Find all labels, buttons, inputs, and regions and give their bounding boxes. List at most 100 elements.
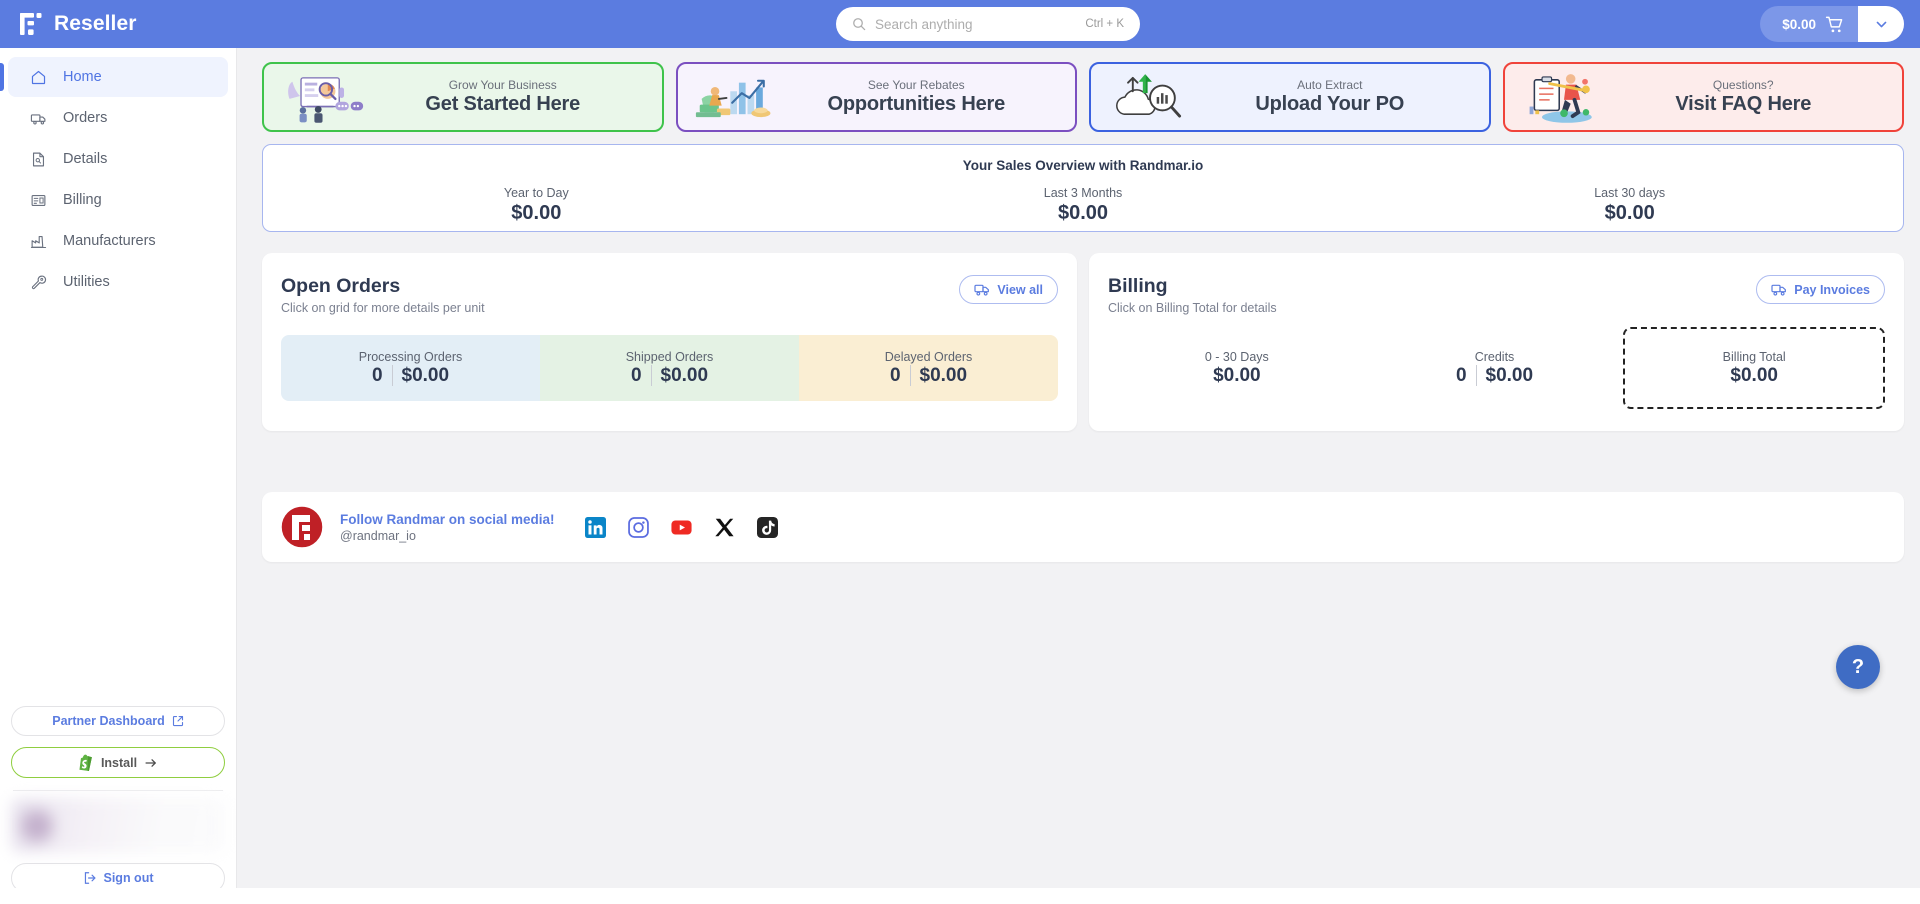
tiktok-icon[interactable] xyxy=(756,516,778,538)
shopify-icon xyxy=(79,754,92,771)
stat-label: Billing Total xyxy=(1722,349,1786,364)
brand[interactable]: Reseller xyxy=(18,11,218,37)
sidebar-item-home[interactable]: Home xyxy=(0,57,228,97)
stat-label: Shipped Orders xyxy=(625,349,714,364)
sidebar-nav: Home Orders Details Billing Manufacturer… xyxy=(0,48,236,303)
promo-title: Get Started Here xyxy=(425,93,581,115)
promo-card-upload-po[interactable]: Auto Extract Upload Your PO xyxy=(1089,62,1491,132)
arrow-right-icon xyxy=(145,758,156,767)
billing-panel: Billing Click on Billing Total for detai… xyxy=(1089,253,1904,431)
promo-card-opportunities[interactable]: See Your Rebates Opportunities Here xyxy=(675,62,1077,132)
invoice-icon xyxy=(31,194,46,206)
sales-overview-columns: Year to Day $0.00 Last 3 Months $0.00 La… xyxy=(263,186,1903,225)
social-handle: @randmar_io xyxy=(340,528,416,543)
stat-divider xyxy=(1475,365,1477,386)
shopping-cart-icon[interactable] xyxy=(1825,15,1844,34)
stat-0-30-days[interactable]: 0 - 30 Days $0.00 xyxy=(1108,335,1366,401)
factory-icon xyxy=(30,235,47,248)
stat-label: 0 - 30 Days xyxy=(1204,349,1269,364)
panel-title: Open Orders xyxy=(281,275,401,297)
brand-name: Reseller xyxy=(54,12,137,35)
billing-stats: 0 - 30 Days $0.00 Credits 0 $0.00 Billin… xyxy=(1108,327,1886,409)
search-bar[interactable]: Ctrl + K xyxy=(836,7,1140,41)
cart-amount: $0.00 xyxy=(1782,16,1816,32)
stat-values: $0.00 xyxy=(1730,365,1778,387)
view-all-button[interactable]: View all xyxy=(959,275,1058,304)
stat-label: Processing Orders xyxy=(358,349,463,364)
truck-icon xyxy=(1771,284,1787,296)
chevron-down-icon xyxy=(1876,21,1886,27)
x-twitter-icon[interactable] xyxy=(714,517,735,538)
truck-icon xyxy=(30,113,46,124)
panel-titles: Open Orders Click on grid for more detai… xyxy=(281,275,959,315)
main-content: Grow Your Business Get Started Here See … xyxy=(237,48,1920,904)
user-profile-blurred[interactable] xyxy=(11,798,225,853)
stat-credits[interactable]: Credits 0 $0.00 xyxy=(1366,335,1624,401)
promo-title: Opportunities Here xyxy=(827,93,1006,115)
promo-title: Visit FAQ Here xyxy=(1675,93,1812,115)
panel-subtitle: Click on grid for more details per unit xyxy=(281,301,485,315)
sidebar-item-details[interactable]: Details xyxy=(8,139,228,179)
stat-count: 0 xyxy=(1455,364,1467,386)
stat-values: 0 $0.00 xyxy=(372,365,449,387)
sidebar-item-label: Home xyxy=(63,69,102,85)
bottom-strip xyxy=(0,888,1920,904)
stat-shipped-orders[interactable]: Shipped Orders 0 $0.00 xyxy=(540,335,799,401)
panel-titles: Billing Click on Billing Total for detai… xyxy=(1108,275,1756,315)
youtube-icon[interactable] xyxy=(670,517,692,538)
sales-overview-title: Your Sales Overview with Randmar.io xyxy=(962,158,1204,173)
linkedin-icon[interactable] xyxy=(584,516,606,538)
partner-dashboard-label: Partner Dashboard xyxy=(52,714,165,728)
stat-amount: $0.00 xyxy=(660,364,709,386)
sign-out-label: Sign out xyxy=(103,871,154,885)
promo-subtitle: Grow Your Business xyxy=(448,78,557,92)
sidebar-item-manufacturers[interactable]: Manufacturers xyxy=(8,221,228,261)
stat-label: Credits xyxy=(1474,349,1515,364)
promo-subtitle: Auto Extract xyxy=(1297,78,1363,92)
sidebar-item-label: Billing xyxy=(63,192,102,208)
view-all-label: View all xyxy=(997,282,1043,297)
social-links xyxy=(584,516,778,538)
metric-label: Last 30 days xyxy=(1594,186,1666,200)
stat-values: 0 $0.00 xyxy=(890,365,967,387)
sidebar-item-orders[interactable]: Orders xyxy=(8,98,228,138)
promo-card-get-started[interactable]: Grow Your Business Get Started Here xyxy=(262,62,664,132)
stat-delayed-orders[interactable]: Delayed Orders 0 $0.00 xyxy=(799,335,1058,401)
install-button[interactable]: Install xyxy=(11,747,225,778)
promo-card-faq[interactable]: Questions? Visit FAQ Here xyxy=(1502,62,1904,132)
sidebar-item-utilities[interactable]: Utilities xyxy=(8,262,228,302)
sales-overview-column: Year to Day $0.00 xyxy=(263,186,810,225)
partner-dashboard-button[interactable]: Partner Dashboard xyxy=(11,706,225,736)
metric-value: $0.00 xyxy=(511,202,562,224)
stat-divider xyxy=(909,365,911,386)
stat-billing-total[interactable]: Billing Total $0.00 xyxy=(1623,327,1886,409)
social-title: Follow Randmar on social media! xyxy=(340,511,555,527)
panel-row: Open Orders Click on grid for more detai… xyxy=(262,253,1904,431)
stat-values: $0.00 xyxy=(1213,365,1261,387)
stat-count: 0 xyxy=(371,364,383,386)
search-input[interactable] xyxy=(875,16,1086,32)
stat-processing-orders[interactable]: Processing Orders 0 $0.00 xyxy=(281,335,540,401)
cart-widget[interactable]: $0.00 xyxy=(1760,6,1904,42)
sales-overview-column: Last 3 Months $0.00 xyxy=(810,186,1357,225)
cart-dropdown-toggle[interactable] xyxy=(1858,6,1904,42)
stat-values: 0 $0.00 xyxy=(1456,365,1533,387)
document-icon xyxy=(32,152,45,166)
pay-invoices-button[interactable]: Pay Invoices xyxy=(1756,275,1885,304)
sidebar-footer: Partner Dashboard Install Sign out xyxy=(0,706,236,904)
help-button[interactable]: ? xyxy=(1836,645,1880,689)
social-text: Follow Randmar on social media! @randmar… xyxy=(340,512,555,543)
promo-subtitle: Questions? xyxy=(1712,78,1774,92)
promo-text: Questions? Visit FAQ Here xyxy=(1607,78,1887,116)
install-label: Install xyxy=(100,755,138,770)
help-label: ? xyxy=(1851,655,1865,678)
sidebar-item-label: Details xyxy=(63,151,108,167)
stat-values: 0 $0.00 xyxy=(631,365,708,387)
search-icon xyxy=(853,18,866,31)
social-media-card: Follow Randmar on social media! @randmar… xyxy=(262,492,1904,562)
sidebar: Home Orders Details Billing Manufacturer… xyxy=(0,48,237,904)
sidebar-item-billing[interactable]: Billing xyxy=(8,180,228,220)
instagram-icon[interactable] xyxy=(627,516,649,538)
clipboard-person-illustration xyxy=(1529,74,1592,123)
sidebar-item-label: Manufacturers xyxy=(63,233,156,249)
